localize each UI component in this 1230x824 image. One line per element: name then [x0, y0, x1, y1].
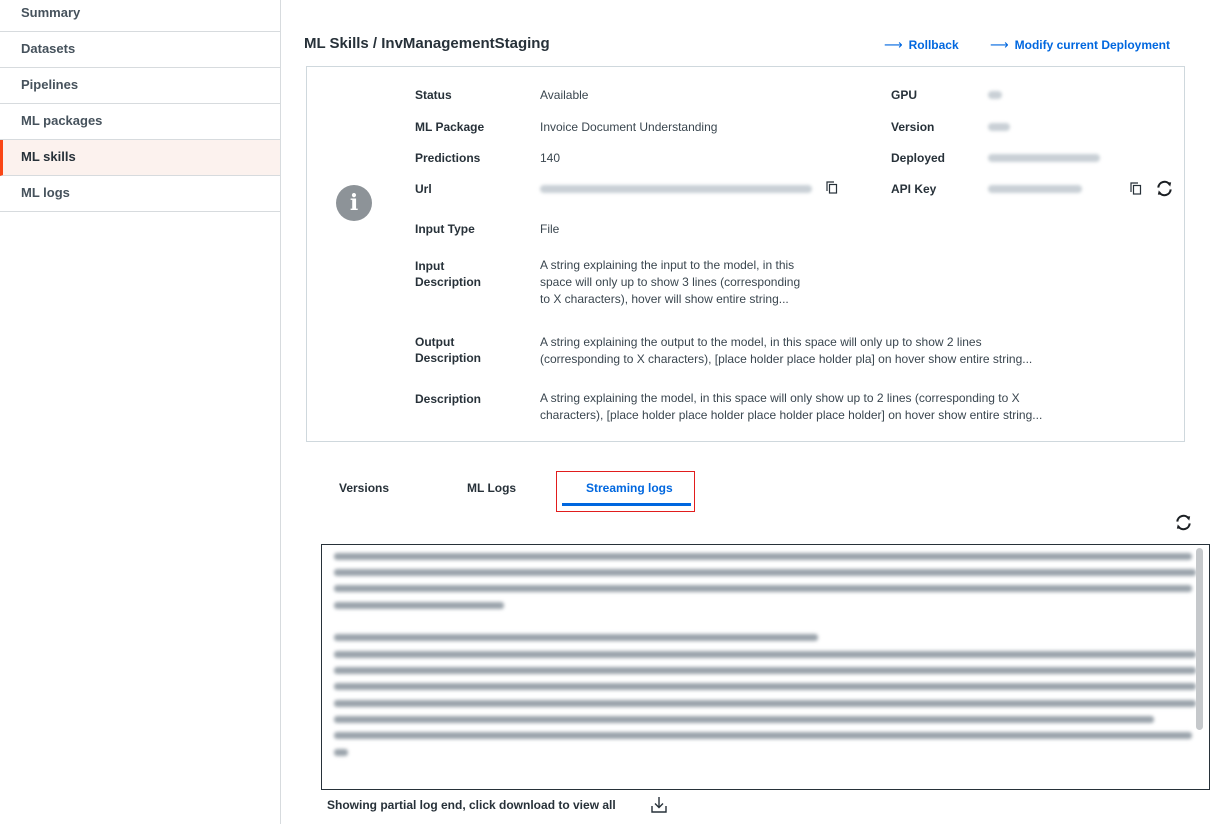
- streaming-log-output[interactable]: [321, 544, 1210, 790]
- partial-log-note: Showing partial log end, click download …: [327, 798, 616, 812]
- log-line-redacted: [334, 667, 1196, 674]
- input-type-value: File: [540, 222, 560, 236]
- log-line-redacted: [334, 651, 1196, 658]
- sidebar-item-ml-packages[interactable]: ML packages: [0, 104, 280, 140]
- version-label: Version: [891, 120, 935, 134]
- status-value: Available: [540, 88, 589, 102]
- input-type-label: Input Type: [415, 222, 475, 236]
- arrow-right-icon: ⟶: [990, 37, 1009, 52]
- description-label: Description: [415, 392, 482, 406]
- input-description-label-line: Input: [415, 259, 445, 273]
- gpu-value-redacted: [988, 91, 1002, 99]
- gpu-label: GPU: [891, 88, 918, 102]
- log-line-redacted: [334, 634, 818, 641]
- tab-streaming-logs[interactable]: Streaming logs: [586, 481, 673, 495]
- predictions-value: 140: [540, 151, 561, 165]
- url-value-redacted: [540, 185, 812, 193]
- api-key-value-redacted: [988, 185, 1082, 193]
- sidebar-item-ml-skills[interactable]: ML skills: [0, 140, 280, 176]
- log-line-redacted: [334, 716, 1154, 723]
- status-label: Status: [415, 88, 452, 102]
- log-scrollbar[interactable]: [1196, 548, 1203, 730]
- page-title: ML Skills / InvManagementStaging: [304, 35, 550, 52]
- input-description-line: to X characters), hover will show entire…: [540, 292, 789, 306]
- tab-ml-logs[interactable]: ML Logs: [467, 481, 516, 495]
- ml-package-value: Invoice Document Understanding: [540, 120, 718, 134]
- description-line: A string explaining the model, in this s…: [540, 391, 1020, 405]
- regenerate-api-key-icon[interactable]: [1155, 179, 1174, 198]
- modify-deployment-label: Modify current Deployment: [1014, 38, 1170, 52]
- output-description-value: A string explaining the output to the mo…: [540, 334, 1032, 368]
- active-tab-underline: [562, 503, 691, 506]
- sidebar-item-summary[interactable]: Summary: [0, 0, 280, 32]
- description-line: characters), [place holder place holder …: [540, 408, 1043, 422]
- predictions-label: Predictions: [415, 151, 481, 165]
- input-description-line: space will only up to show 3 lines (corr…: [540, 275, 801, 289]
- rollback-label: Rollback: [908, 38, 959, 52]
- log-line-redacted: [334, 683, 1196, 690]
- log-line-redacted: [334, 700, 1196, 707]
- log-line-redacted: [334, 732, 1192, 739]
- input-description-line: A string explaining the input to the mod…: [540, 258, 795, 272]
- copy-api-key-icon[interactable]: [1130, 182, 1142, 195]
- arrow-right-icon: ⟶: [884, 37, 903, 52]
- log-line-redacted: [334, 749, 348, 756]
- sidebar-item-ml-logs[interactable]: ML logs: [0, 176, 280, 212]
- log-line-redacted: [334, 585, 1192, 592]
- copy-url-icon[interactable]: [826, 181, 838, 194]
- version-value-redacted: [988, 123, 1010, 131]
- download-icon[interactable]: [650, 795, 668, 815]
- tab-versions[interactable]: Versions: [339, 481, 389, 495]
- deployed-value-redacted: [988, 154, 1100, 162]
- sidebar-item-datasets[interactable]: Datasets: [0, 32, 280, 68]
- sidebar-item-pipelines[interactable]: Pipelines: [0, 68, 280, 104]
- output-description-label: Output Description: [415, 334, 481, 366]
- sidebar: Summary Datasets Pipelines ML packages M…: [0, 0, 281, 824]
- refresh-logs-icon[interactable]: [1174, 513, 1193, 532]
- deployed-label: Deployed: [891, 151, 946, 165]
- input-description-value: A string explaining the input to the mod…: [540, 257, 800, 308]
- log-line-redacted: [334, 553, 1192, 560]
- output-description-line: (corresponding to X characters), [place …: [540, 352, 1033, 366]
- input-description-label-line: Description: [415, 275, 482, 289]
- input-description-label: Input Description: [415, 258, 481, 290]
- url-label: Url: [415, 182, 432, 196]
- rollback-link[interactable]: ⟶ Rollback: [884, 37, 959, 53]
- info-icon: i: [336, 185, 372, 221]
- ml-package-label: ML Package: [415, 120, 485, 134]
- description-value: A string explaining the model, in this s…: [540, 390, 1042, 424]
- modify-deployment-link[interactable]: ⟶ Modify current Deployment: [990, 37, 1170, 53]
- output-description-line: A string explaining the output to the mo…: [540, 335, 982, 349]
- output-description-label-line: Description: [415, 351, 482, 365]
- output-description-label-line: Output: [415, 335, 455, 349]
- log-line-redacted: [334, 569, 1196, 576]
- api-key-label: API Key: [891, 182, 937, 196]
- log-line-redacted: [334, 602, 504, 609]
